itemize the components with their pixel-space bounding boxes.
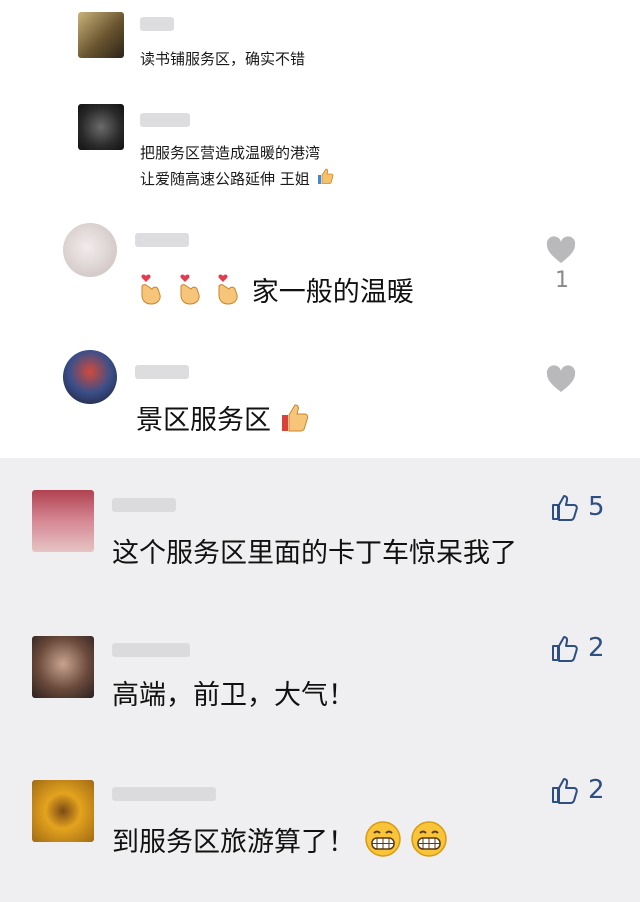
comment-text-line1: 把服务区营造成温暖的港湾 [140,144,321,162]
grinning-emoji [364,820,402,867]
like-count: 2 [588,775,605,805]
heart-icon[interactable] [546,365,576,393]
comment-text: 读书铺服务区，确实不错 [140,50,306,68]
finger-heart-emoji [213,273,243,314]
like-button[interactable]: 2 [550,775,605,805]
comment-text: 家一般的温暖 [136,273,414,314]
like-count: 2 [588,633,605,663]
thumbs-up-emoji [280,401,312,442]
thumbs-up-icon [552,778,578,804]
comment-text: 景区服务区 [136,401,312,442]
username-blurred[interactable] [135,365,189,379]
avatar[interactable] [32,780,94,842]
like-button[interactable]: 2 [550,633,605,663]
avatar[interactable] [32,636,94,698]
comment-text: 这个服务区里面的卡丁车惊呆我了 [112,538,517,569]
username-blurred[interactable] [112,643,190,657]
thumbs-up-icon [552,636,578,662]
thumbs-up-icon [552,495,578,521]
avatar[interactable] [78,104,124,150]
username-blurred[interactable] [140,113,190,127]
comment-text: 高端，前卫，大气！ [112,680,355,711]
username-blurred[interactable] [112,787,216,801]
avatar[interactable] [63,350,117,404]
heart-icon[interactable] [546,236,576,264]
finger-heart-emoji [175,273,205,314]
like-count: 1 [555,268,569,293]
finger-heart-emoji [136,273,166,314]
like-button[interactable]: 5 [550,492,605,522]
avatar[interactable] [63,223,117,277]
username-blurred[interactable] [140,17,174,31]
avatar[interactable] [32,490,94,552]
thumbs-up-emoji [315,166,335,193]
like-count: 5 [588,492,605,522]
grinning-emoji [410,820,448,867]
avatar[interactable] [78,12,124,58]
comment-text: 到服务区旅游算了！ [112,820,448,867]
comment-text-line2: 让爱随高速公路延伸 王姐 [140,166,335,193]
username-blurred[interactable] [135,233,189,247]
username-blurred[interactable] [112,498,176,512]
